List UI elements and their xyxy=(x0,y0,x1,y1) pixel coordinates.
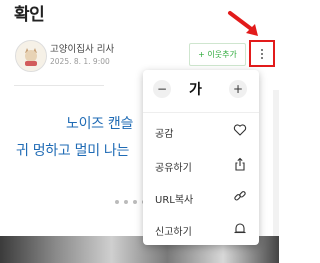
menu-item-label: 신고하기 xyxy=(155,227,192,238)
pager-dot[interactable] xyxy=(124,200,128,204)
menu-item-label: 공유하기 xyxy=(155,163,192,174)
font-size-control: − 가 + xyxy=(143,70,259,110)
menu-item-like[interactable]: 공감 xyxy=(143,118,259,148)
side-edge xyxy=(273,90,279,236)
page-title: 확인 xyxy=(14,5,45,25)
font-size-label: 가 xyxy=(189,82,202,98)
content-divider xyxy=(14,85,104,86)
content-line-2: 귀 멍하고 멀미 나는 xyxy=(16,143,130,159)
more-options-menu: − 가 + 공감 공유하기 URL복사 신고하기 xyxy=(143,70,259,245)
add-neighbor-button[interactable]: + 이웃추가 xyxy=(189,43,246,66)
share-icon xyxy=(235,157,245,171)
menu-item-share[interactable]: 공유하기 xyxy=(143,152,259,182)
link-icon xyxy=(234,191,246,201)
menu-item-report[interactable]: 신고하기 xyxy=(143,216,259,246)
content-line-1: 노이즈 캔슬 xyxy=(66,116,134,132)
menu-item-copy-url[interactable]: URL복사 xyxy=(143,184,259,214)
font-increase-button[interactable]: + xyxy=(229,80,247,98)
heart-icon xyxy=(233,124,247,136)
more-vertical-icon xyxy=(261,48,263,59)
carousel-pager[interactable] xyxy=(115,200,146,204)
pager-dot[interactable] xyxy=(133,200,137,204)
pager-dot[interactable] xyxy=(115,200,119,204)
cat-avatar-icon xyxy=(16,41,46,71)
post-date: 2025. 8. 1. 9:00 xyxy=(50,57,110,66)
menu-item-label: URL복사 xyxy=(155,195,194,206)
more-options-button[interactable] xyxy=(249,40,275,67)
menu-divider xyxy=(143,112,259,113)
bell-icon xyxy=(234,223,246,234)
font-decrease-button[interactable]: − xyxy=(153,80,171,98)
avatar[interactable] xyxy=(15,40,47,72)
red-arrow-icon xyxy=(228,11,258,36)
author-name[interactable]: 고양이집사 리사 xyxy=(50,41,114,55)
menu-item-label: 공감 xyxy=(155,129,174,140)
